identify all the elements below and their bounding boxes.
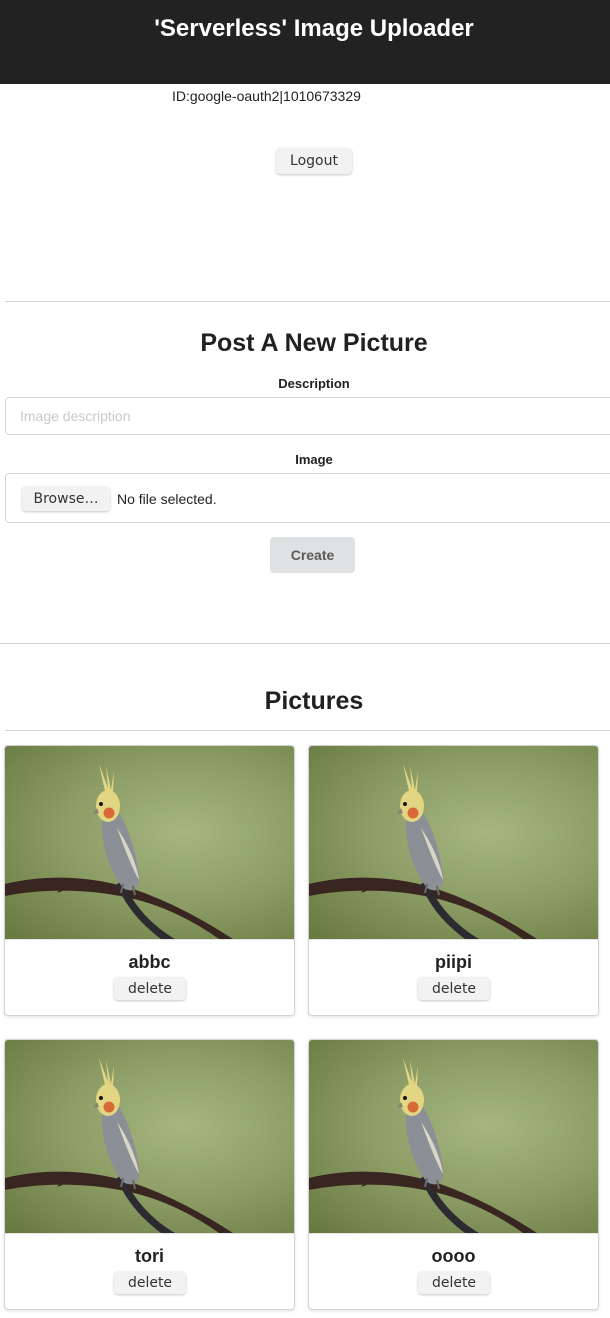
post-section-title: Post A New Picture <box>200 329 428 357</box>
app-title: 'Serverless' Image Uploader <box>154 15 474 42</box>
divider <box>5 301 610 302</box>
delete-button[interactable]: delete <box>418 977 490 1000</box>
picture-card: tori delete <box>4 1039 295 1310</box>
divider <box>0 643 610 644</box>
file-input[interactable]: Browse… No file selected. <box>5 473 610 523</box>
picture-image <box>5 746 294 940</box>
file-status-text: No file selected. <box>117 491 217 507</box>
picture-card: abbc delete <box>4 745 295 1016</box>
description-label: Description <box>278 376 350 391</box>
delete-button[interactable]: delete <box>418 1271 490 1294</box>
logout-button[interactable]: Logout <box>276 148 352 174</box>
picture-title: piipi <box>435 952 472 972</box>
picture-image <box>309 1040 598 1234</box>
user-id-text: ID:google-oauth2|1010673329 <box>172 88 361 104</box>
cockatiel-illustration <box>309 764 537 939</box>
picture-title: abbc <box>128 952 171 972</box>
picture-image <box>309 746 598 940</box>
pictures-section-title: Pictures <box>264 687 364 715</box>
create-button[interactable]: Create <box>270 537 355 573</box>
delete-button[interactable]: delete <box>114 1271 186 1294</box>
picture-title: oooo <box>431 1246 476 1266</box>
description-input[interactable] <box>5 397 610 435</box>
cockatiel-illustration <box>5 764 233 939</box>
top-bar: 'Serverless' Image Uploader <box>0 0 610 84</box>
divider <box>5 730 610 731</box>
cockatiel-illustration <box>5 1058 233 1233</box>
picture-title: tori <box>135 1246 164 1266</box>
cockatiel-illustration <box>309 1058 537 1233</box>
image-label: Image <box>295 452 333 467</box>
picture-image <box>5 1040 294 1234</box>
browse-button[interactable]: Browse… <box>22 486 110 511</box>
delete-button[interactable]: delete <box>114 977 186 1000</box>
picture-card: oooo delete <box>308 1039 599 1310</box>
picture-card: piipi delete <box>308 745 599 1016</box>
